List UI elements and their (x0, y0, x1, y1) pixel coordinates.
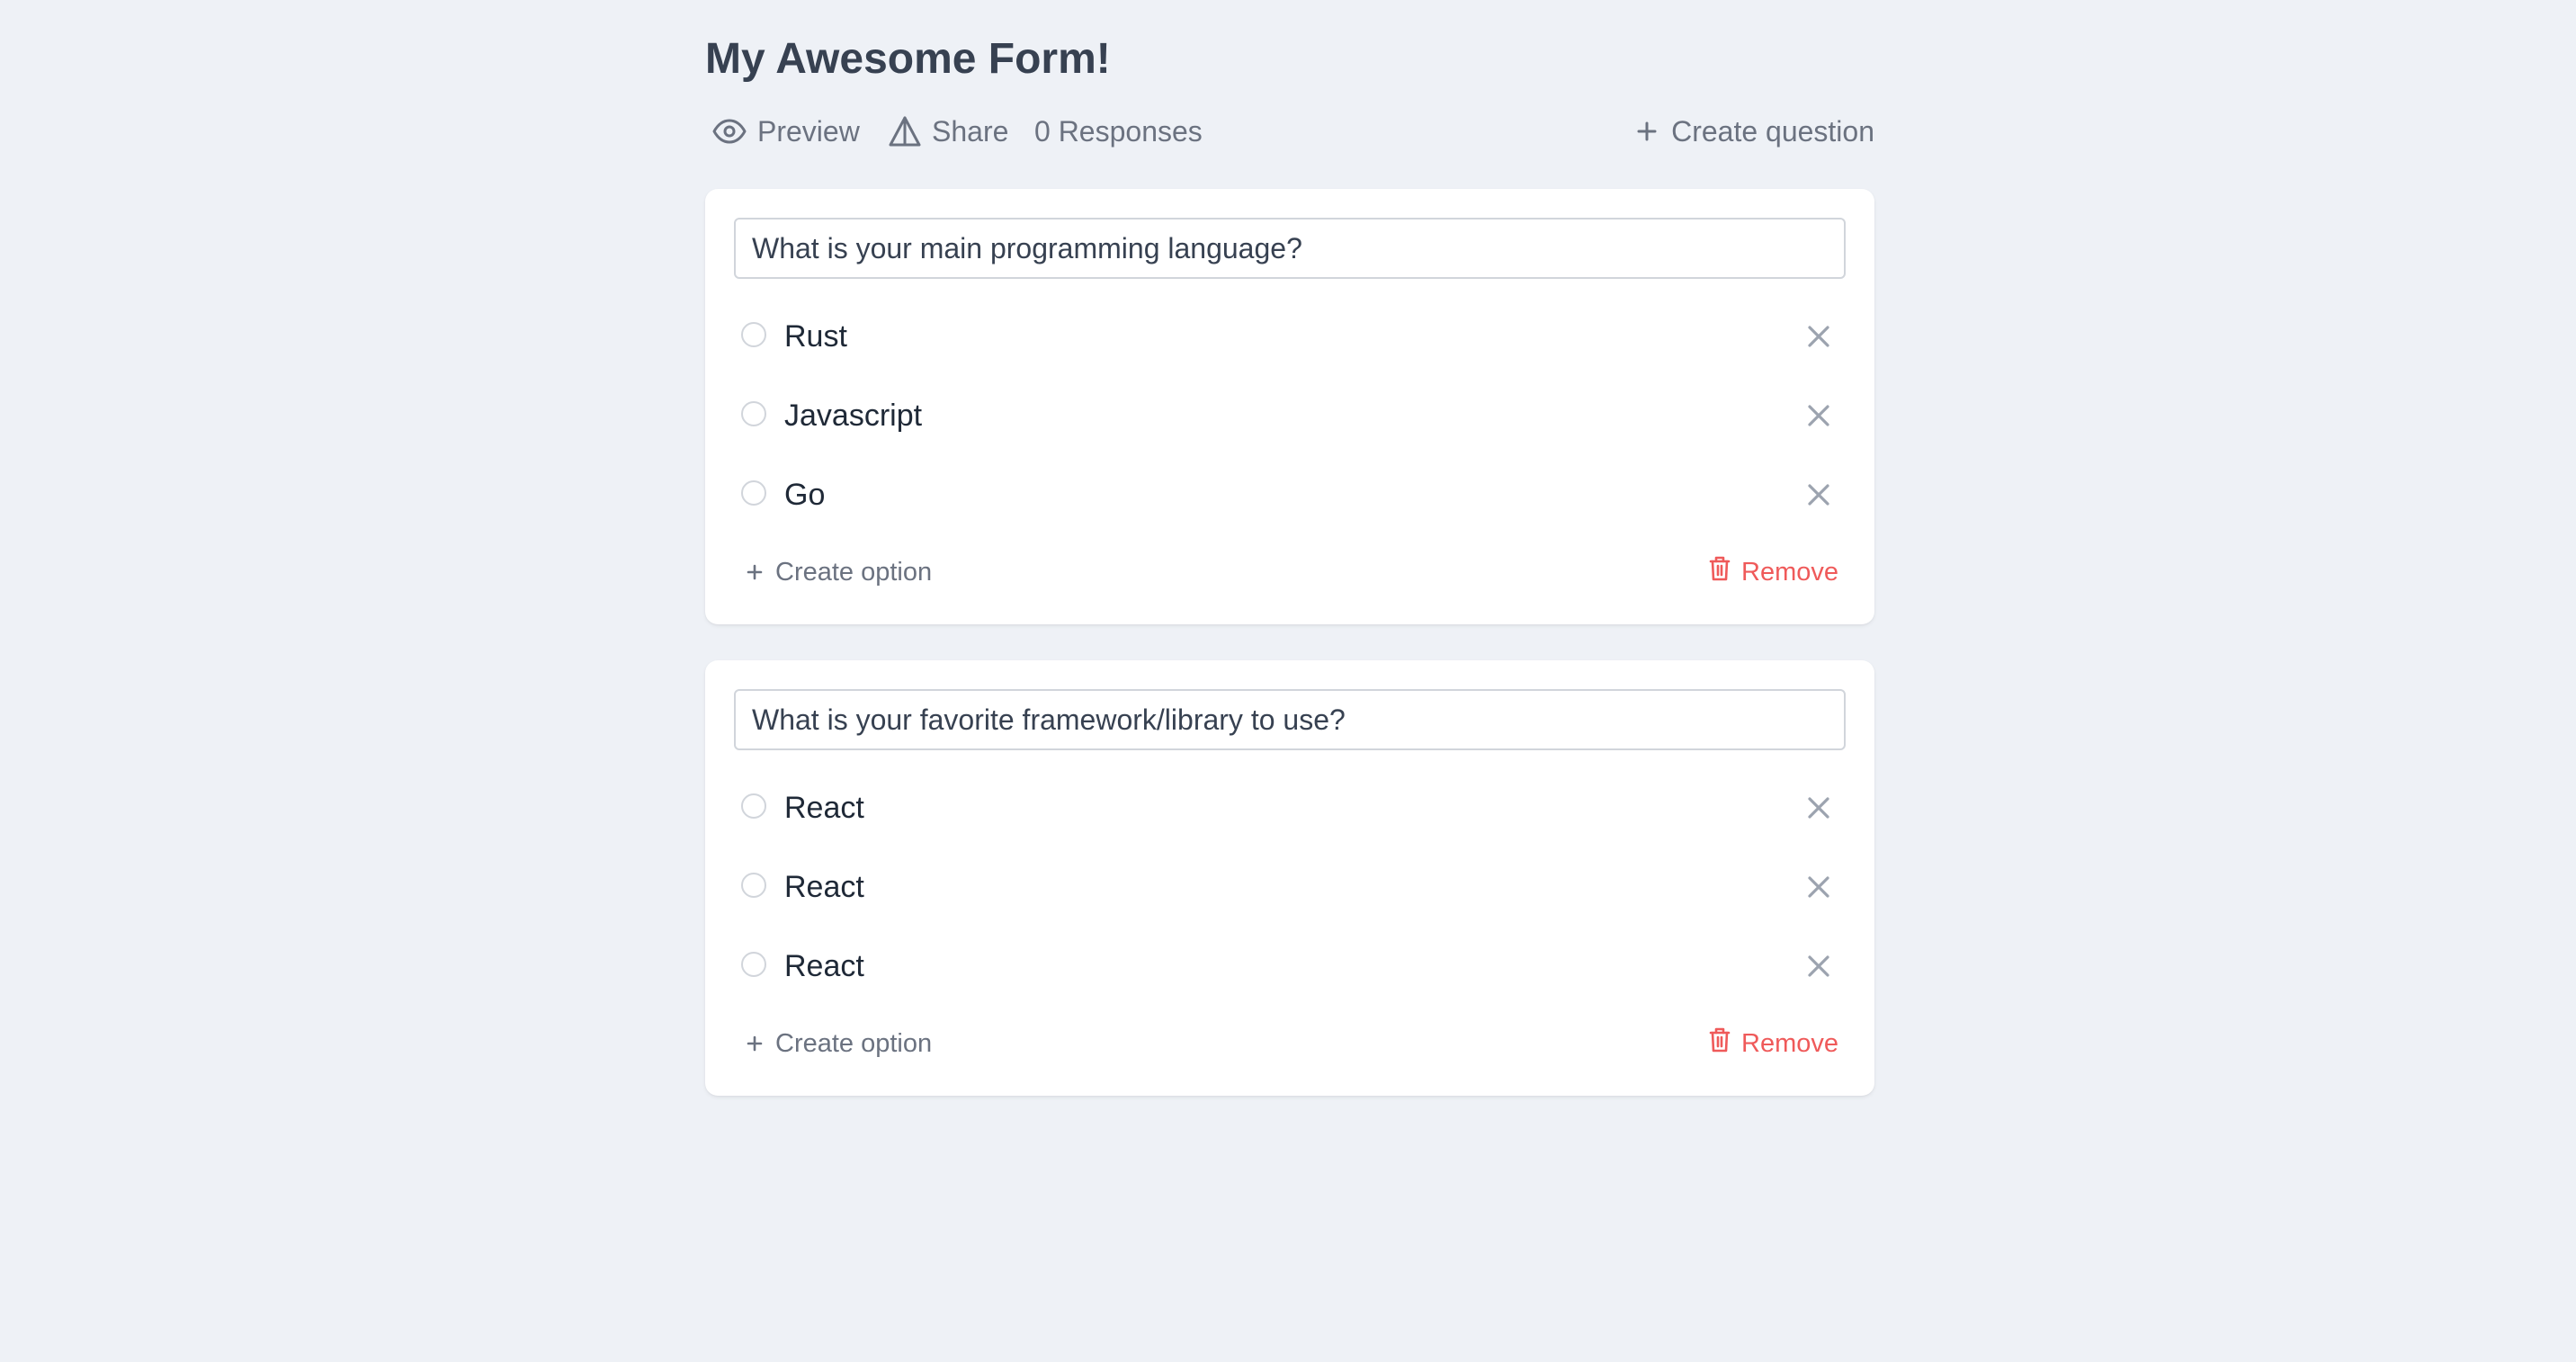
plus-icon (747, 558, 775, 587)
close-icon[interactable] (1802, 399, 1835, 432)
close-icon[interactable] (1802, 479, 1835, 511)
create-option-label: Create option (775, 1028, 933, 1058)
option-label[interactable]: React (784, 781, 864, 835)
option-label[interactable]: React (784, 860, 864, 914)
create-option-button[interactable]: Create option (747, 1024, 932, 1063)
close-icon[interactable] (1802, 871, 1835, 903)
remove-label: Remove (1741, 1028, 1838, 1058)
close-icon[interactable] (1802, 320, 1835, 353)
option-radio[interactable] (741, 873, 766, 898)
share-button[interactable]: Share (889, 106, 1008, 157)
option-label[interactable]: Javascript (784, 389, 922, 443)
create-option-label: Create option (775, 557, 933, 587)
page-title: My Awesome Form! (705, 35, 1111, 83)
trash-icon (1709, 556, 1741, 588)
eye-icon (712, 119, 757, 144)
preview-label: Preview (757, 114, 860, 148)
share-label: Share (932, 114, 1009, 148)
option-label[interactable]: React (784, 939, 864, 993)
option-row: Javascript (734, 389, 1846, 443)
plus-icon (1637, 121, 1671, 141)
option-label[interactable]: Go (784, 468, 825, 522)
create-question-label: Create question (1671, 114, 1874, 148)
remove-question-button[interactable]: Remove (1709, 1024, 1838, 1063)
plus-icon (747, 1029, 775, 1059)
remove-label: Remove (1741, 557, 1838, 587)
create-option-button[interactable]: Create option (747, 552, 932, 592)
form-toolbar: Preview Share 0 Responses Create questio… (705, 106, 1874, 157)
option-radio[interactable] (741, 401, 766, 426)
question-title-input[interactable] (734, 218, 1846, 279)
question-card: React React React (705, 660, 1874, 1096)
close-icon[interactable] (1802, 950, 1835, 982)
create-question-button[interactable]: Create question (1637, 106, 1874, 157)
question-card: Rust Javascript Go (705, 189, 1874, 624)
option-row: Rust (734, 309, 1846, 363)
responses-count-label: 0 Responses (1034, 114, 1203, 148)
option-row: Go (734, 468, 1846, 522)
option-radio[interactable] (741, 322, 766, 347)
close-icon[interactable] (1802, 792, 1835, 824)
option-row: React (734, 860, 1846, 914)
option-radio[interactable] (741, 952, 766, 977)
remove-question-button[interactable]: Remove (1709, 552, 1838, 592)
responses-link[interactable]: 0 Responses (1034, 106, 1203, 157)
option-row: React (734, 939, 1846, 993)
option-radio[interactable] (741, 793, 766, 819)
question-title-input[interactable] (734, 689, 1846, 750)
share-triangle-icon (889, 116, 932, 147)
trash-icon (1709, 1027, 1741, 1060)
option-label[interactable]: Rust (784, 309, 847, 363)
preview-button[interactable]: Preview (712, 106, 860, 157)
option-radio[interactable] (741, 480, 766, 506)
option-row: React (734, 781, 1846, 835)
